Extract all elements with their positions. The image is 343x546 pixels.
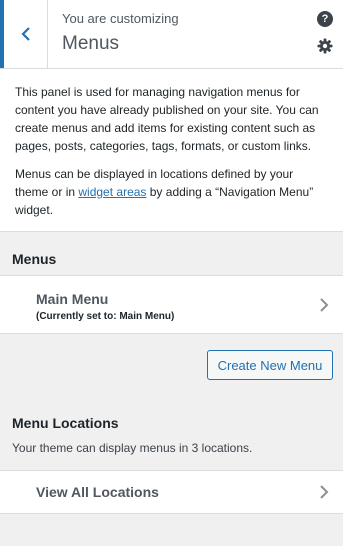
menu-item-main-menu[interactable]: Main Menu (Currently set to: Main Menu) [0, 275, 343, 334]
menu-locations-description: Your theme can display menus in 3 locati… [12, 441, 253, 455]
view-all-locations-item[interactable]: View All Locations [0, 470, 343, 514]
menu-item-title: Main Menu [36, 291, 109, 307]
help-icon[interactable]: ? [317, 11, 333, 27]
customizer-header: You are customizing Menus ? [0, 0, 343, 69]
customizing-label: You are customizing [62, 11, 179, 26]
description-paragraph: This panel is used for managing navigati… [15, 85, 319, 153]
panel-description: This panel is used for managing navigati… [0, 69, 343, 232]
view-all-locations-label: View All Locations [36, 484, 159, 500]
description-paragraph: Menus can be displayed in locations defi… [15, 165, 329, 219]
back-arrow-icon [20, 27, 30, 41]
panel-title: Menus [62, 33, 120, 54]
chevron-right-icon [320, 485, 329, 499]
menu-locations-heading: Menu Locations [12, 415, 119, 431]
menu-item-status: (Currently set to: Main Menu) [36, 311, 175, 322]
back-button[interactable] [0, 0, 48, 68]
chevron-right-icon [320, 298, 329, 312]
create-new-menu-button[interactable]: Create New Menu [207, 350, 333, 380]
menus-heading: Menus [12, 251, 57, 267]
gear-icon[interactable] [317, 38, 333, 54]
widget-areas-link[interactable]: widget areas [78, 185, 146, 199]
